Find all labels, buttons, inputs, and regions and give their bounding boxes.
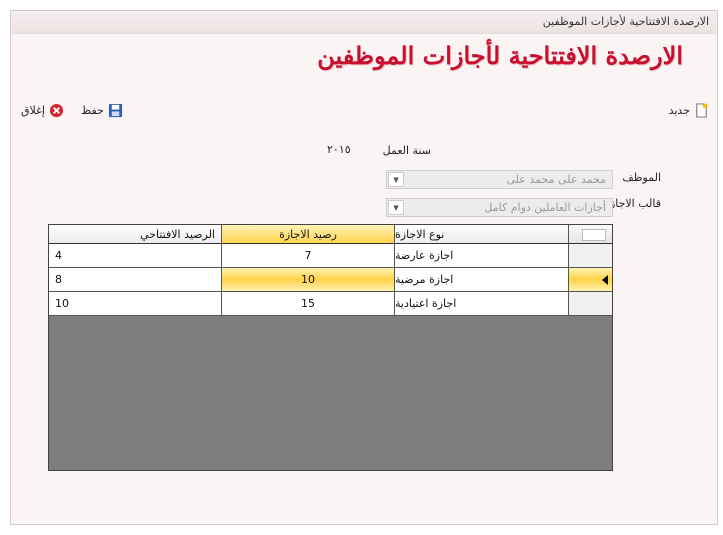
window-title: الارصدة الافتتاحية لأجازات الموظفين (542, 15, 709, 28)
close-icon (49, 103, 64, 118)
opening-cell[interactable]: 10 (49, 292, 222, 316)
employee-label: الموظف (622, 171, 661, 184)
balance-cell[interactable]: 15 (222, 292, 395, 316)
column-header-opening[interactable]: الرصيد الافتتاحي (49, 225, 222, 244)
row-selector[interactable] (569, 292, 612, 316)
app-window: الارصدة الافتتاحية لأجازات الموظفين الار… (10, 10, 718, 525)
leave-balance-grid[interactable]: الرصيد الافتتاحي رصيد الاجازة نوع الاجاز… (48, 224, 613, 471)
column-header-type[interactable]: نوع الاجازة (395, 225, 569, 244)
save-button[interactable]: حفظ (81, 101, 123, 119)
save-disk-icon (108, 103, 123, 118)
row-selector[interactable] (569, 268, 612, 292)
opening-cell[interactable]: 4 (49, 244, 222, 268)
employee-value: محمد على محمد على (506, 173, 607, 186)
toolbar: جديد حفظ إغلاق (11, 99, 717, 123)
column-header-balance[interactable]: رصيد الاجازة (222, 225, 395, 244)
template-value: أجازات العاملين دوام كامل (484, 201, 606, 214)
title-bar: الارصدة الافتتاحية لأجازات الموظفين (11, 11, 717, 34)
current-row-arrow-icon (602, 275, 608, 285)
select-all-box[interactable] (582, 229, 606, 241)
new-document-icon (694, 102, 709, 118)
grid-header-row: الرصيد الافتتاحي رصيد الاجازة نوع الاجاز… (49, 225, 612, 244)
new-label: جديد (668, 103, 690, 117)
balance-cell[interactable]: 7 (222, 244, 395, 268)
grid-corner-selector[interactable] (569, 225, 612, 244)
chevron-down-icon[interactable]: ▼ (388, 200, 404, 215)
close-button[interactable]: إغلاق (21, 101, 64, 119)
template-combobox[interactable]: أجازات العاملين دوام كامل ▼ (386, 198, 613, 217)
chevron-down-icon[interactable]: ▼ (388, 172, 404, 187)
table-row[interactable]: 10 15 اجازة اعتيادية (49, 292, 612, 316)
new-button[interactable]: جديد (669, 101, 709, 119)
year-value: ٢٠١٥ (327, 143, 351, 156)
row-selector[interactable] (569, 244, 612, 268)
type-cell[interactable]: اجازة اعتيادية (395, 292, 569, 316)
save-label: حفظ (81, 103, 104, 117)
table-row-selected[interactable]: 8 10 اجازة مرضية (49, 268, 612, 292)
page-title: الارصدة الافتتاحية لأجازات الموظفين (317, 41, 683, 70)
table-row[interactable]: 4 7 اجازة عارضة (49, 244, 612, 268)
close-label: إغلاق (21, 103, 45, 117)
type-cell[interactable]: اجازة عارضة (395, 244, 569, 268)
employee-combobox[interactable]: محمد على محمد على ▼ (386, 170, 613, 189)
year-label: سنة العمل (382, 144, 431, 157)
type-cell[interactable]: اجازة مرضية (395, 268, 569, 292)
balance-cell[interactable]: 10 (222, 268, 395, 292)
opening-cell[interactable]: 8 (49, 268, 222, 292)
